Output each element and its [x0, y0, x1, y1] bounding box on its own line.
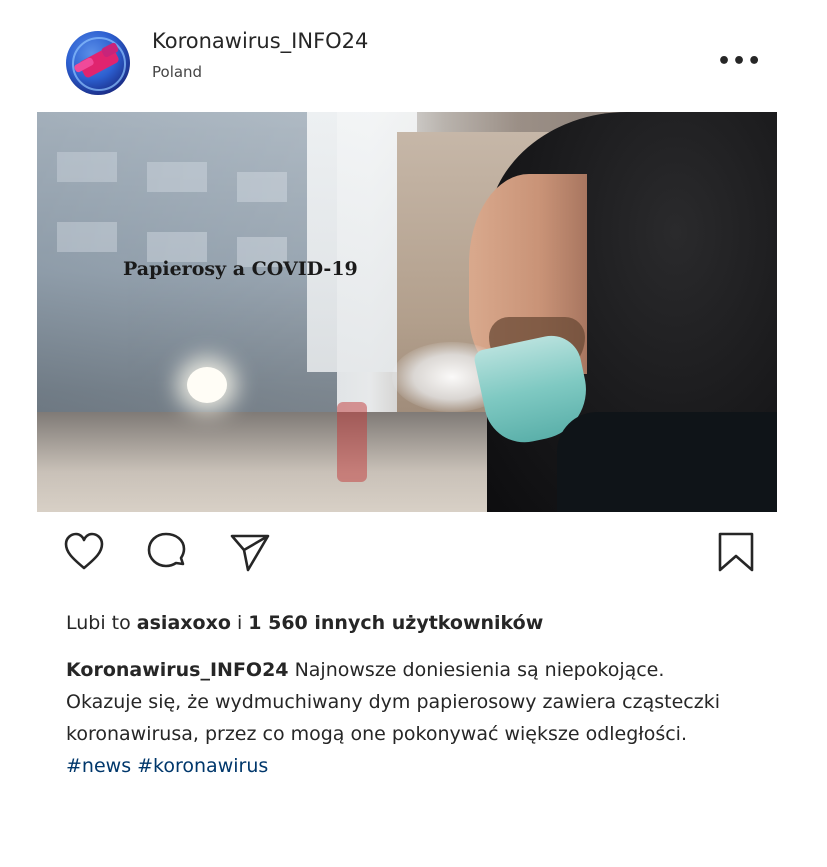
- share-icon[interactable]: [228, 530, 272, 574]
- post-username[interactable]: Koronawirus_INFO24: [152, 29, 368, 53]
- more-horizontal-icon[interactable]: •••: [717, 49, 762, 74]
- caption-author[interactable]: Koronawirus_INFO24: [66, 659, 289, 681]
- post-location[interactable]: Poland: [152, 63, 202, 81]
- bookmark-icon[interactable]: [714, 530, 758, 574]
- comment-icon[interactable]: [145, 530, 189, 574]
- post-caption: Koronawirus_INFO24 Najnowsze doniesienia…: [66, 654, 746, 782]
- likes-count[interactable]: 1 560 innych użytkowników: [248, 612, 543, 634]
- heart-icon[interactable]: [62, 530, 106, 574]
- post-image[interactable]: Papierosy a COVID-19: [37, 112, 777, 512]
- action-bar: [0, 530, 827, 590]
- avatar[interactable]: [66, 31, 130, 95]
- liker-username[interactable]: asiaxoxo: [137, 612, 231, 634]
- caption-hashtags[interactable]: #news #koronawirus: [66, 755, 268, 777]
- image-overlay-text: Papierosy a COVID-19: [123, 258, 358, 280]
- post-header: Koronawirus_INFO24 Poland •••: [66, 25, 766, 95]
- likes-line: Lubi to asiaxoxo i 1 560 innych użytkown…: [66, 612, 543, 634]
- likes-prefix: Lubi to: [66, 612, 131, 634]
- likes-connector: i: [236, 612, 243, 634]
